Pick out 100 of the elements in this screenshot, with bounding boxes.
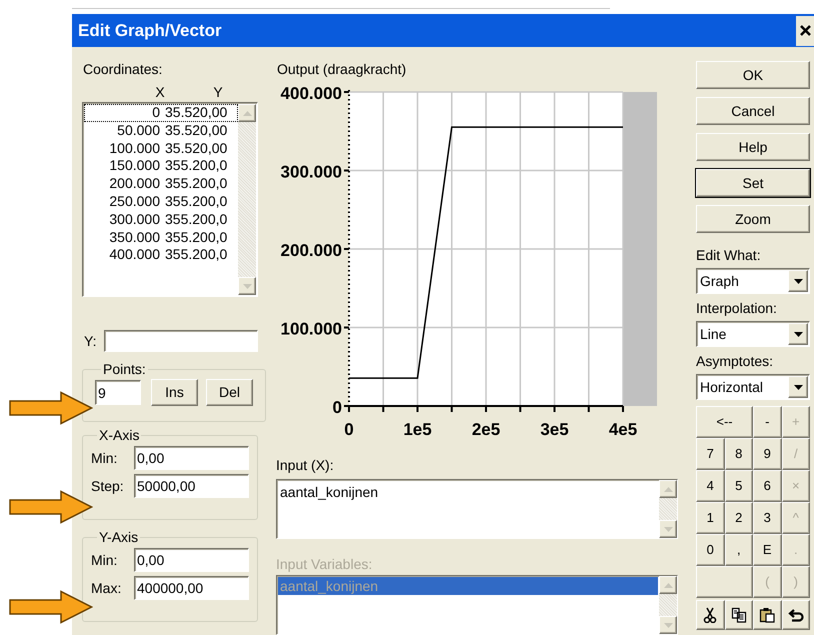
arrow-icon [9,391,93,425]
coordinate-row[interactable]: 300.000 355.200,0 [84,210,238,229]
keypad-key[interactable]: 8 [724,438,753,470]
coordinate-row[interactable]: 200.000 355.200,0 [84,175,238,193]
up-arrow-icon [664,486,672,492]
tick-label: 2e5 [472,420,500,439]
coordinate-row[interactable]: 0 35.520,00 [84,104,238,122]
field-label: Y: [83,332,98,350]
down-arrow-icon [664,622,672,628]
dialog-button[interactable]: Help [696,133,810,161]
dropdown[interactable]: Horizontal [696,374,810,400]
keypad-key[interactable]: 7 [696,438,724,470]
keypad-key[interactable]: 6 [753,470,782,502]
field-label: Input Variables: [275,556,374,572]
keypad-key[interactable]: , [724,534,753,566]
input-field[interactable]: 0,00 [134,446,249,470]
toolbar-button[interactable] [724,600,753,630]
keypad-key[interactable]: 2 [724,502,753,534]
field-label: Min: [91,448,118,468]
down-arrow-icon [794,332,802,336]
toolbar-button[interactable] [782,600,810,630]
arrow-icon [9,490,93,524]
input-text-area[interactable]: aantal_konijnen [276,479,678,539]
keypad-key[interactable]: 3 [753,502,782,534]
group-title: Points: [102,362,147,376]
toolbar-button[interactable] [696,600,724,630]
coordinate-row[interactable]: 350.000 355.200,0 [84,228,238,246]
input-field[interactable]: 400000,00 [134,576,249,600]
tick-label: 300.000 [280,162,342,182]
chart-title: Output (draagkracht) [276,61,408,77]
keypad-key[interactable]: 0 [696,534,724,566]
field-label: Min: [91,550,118,570]
dropdown-arrow-button[interactable] [788,376,808,398]
dropdown-arrow-button[interactable] [788,270,808,292]
column-header: X [154,84,166,100]
field-label: Interpolation: [696,300,778,316]
input-field[interactable] [104,330,258,352]
down-arrow-icon [664,526,672,532]
tick-label: 3e5 [540,420,569,439]
close-icon [800,25,810,36]
keypad-key[interactable]: <-- [696,406,753,438]
keypad-key[interactable]: 1 [696,502,724,534]
down-arrow-icon [794,278,802,284]
down-arrow-icon [794,384,802,390]
keypad-key[interactable]: - [753,406,782,438]
tick-label: 4e5 [608,420,638,439]
field-label: Asymptotes: [696,353,774,369]
window-title: Edit Graph/Vector [78,20,222,42]
delete-button[interactable]: Del [206,379,253,406]
column-header: Y [212,84,224,100]
dropdown-arrow-button[interactable] [788,323,808,345]
scroll-up-button[interactable] [659,480,677,498]
scroll-up-button[interactable] [659,576,677,594]
tick-label: 1e5 [403,420,432,439]
input-field[interactable]: 0,00 [134,548,249,572]
dropdown[interactable]: Line [696,321,810,347]
scissors-icon [702,607,718,623]
group-title: X-Axis [98,428,140,442]
tick-label: 200.000 [280,241,342,260]
field-label: Edit What: [696,247,762,263]
dialog-button[interactable]: OK [696,61,810,89]
arrow-icon [9,590,93,624]
down-arrow-icon [242,284,252,288]
up-arrow-icon [242,110,252,116]
blank-key[interactable] [696,566,753,598]
field-label: Input (X): [275,457,335,473]
coordinate-row[interactable]: 150.000 355.200,0 [84,157,238,176]
up-arrow-icon [664,582,672,588]
toolbar-button[interactable] [753,600,782,630]
keypad-key[interactable]: 5 [724,470,753,502]
coordinate-row[interactable]: 400.000 355.200,0 [84,246,238,264]
dialog-button[interactable]: Zoom [696,205,810,233]
coordinate-row[interactable]: 100.000 35.520,00 [84,140,238,158]
dropdown[interactable]: Graph [696,268,810,294]
scroll-up-button[interactable] [238,104,256,122]
dialog-button[interactable]: Set [696,169,810,197]
tick-label: 400.000 [280,84,342,103]
close-button[interactable] [796,16,814,46]
tick-label: 0 [332,398,342,417]
scroll-down-button[interactable] [659,616,677,634]
keypad-key[interactable]: E [753,534,782,566]
points-field[interactable]: 9 [95,380,141,405]
keypad-key[interactable]: 9 [753,438,782,470]
field-label: Step: [91,476,125,496]
coordinate-row[interactable]: 250.000 355.200,0 [84,192,238,211]
tick-label: 100.000 [280,320,342,338]
coordinates-label: Coordinates: [82,61,164,77]
group-title: Y-Axis [98,530,140,544]
insert-button[interactable]: Ins [151,379,198,406]
field-label: Max: [91,578,122,598]
input-field[interactable]: 50000,00 [134,474,249,498]
keypad-key[interactable]: 4 [696,470,724,502]
tick-label: 0 [344,420,354,439]
undo-arrow-icon [788,607,804,623]
scroll-down-button[interactable] [238,277,256,295]
dialog-button[interactable]: Cancel [696,97,810,125]
coordinate-row[interactable]: 50.000 35.520,00 [84,122,238,140]
copy-icon [730,607,747,623]
clipboard-icon [759,607,776,623]
scroll-down-button[interactable] [659,520,677,538]
